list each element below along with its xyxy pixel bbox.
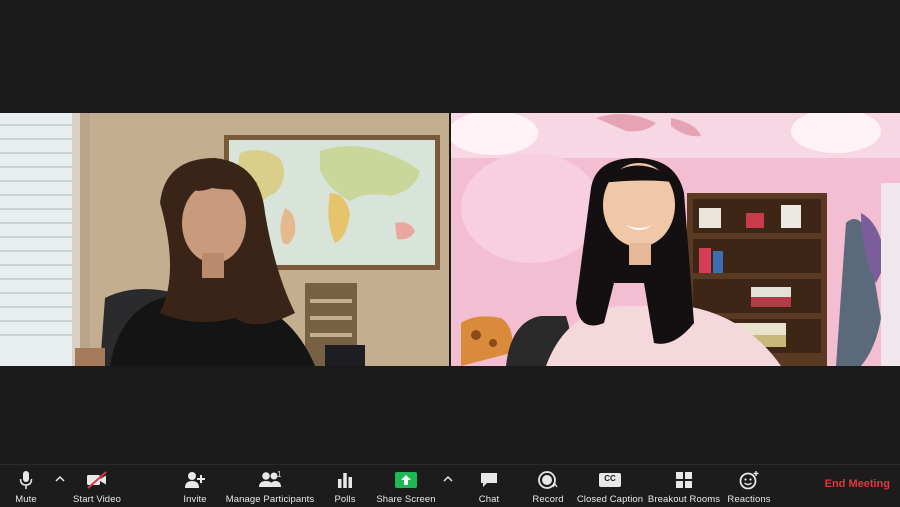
breakout-rooms-label: Breakout Rooms bbox=[647, 494, 721, 505]
bar-chart-icon bbox=[332, 469, 358, 491]
invite-label: Invite bbox=[183, 494, 207, 505]
chat-label: Chat bbox=[478, 494, 500, 505]
video-stage bbox=[0, 0, 900, 464]
polls-button[interactable]: Polls bbox=[328, 465, 362, 507]
meeting-toolbar: Mute Start Video Invite 1 Manage Partici… bbox=[0, 464, 900, 507]
share-screen-icon bbox=[393, 469, 419, 491]
record-label: Record bbox=[532, 494, 564, 505]
video-off-icon bbox=[84, 469, 110, 491]
grid-icon bbox=[671, 469, 697, 491]
participants-icon: 1 bbox=[257, 469, 283, 491]
polls-label: Polls bbox=[334, 494, 356, 505]
breakout-rooms-button[interactable]: Breakout Rooms bbox=[648, 465, 720, 507]
microphone-icon bbox=[13, 469, 39, 491]
end-meeting-button[interactable]: End Meeting bbox=[825, 478, 890, 490]
chat-bubble-icon bbox=[476, 469, 502, 491]
start-video-label: Start Video bbox=[73, 494, 121, 505]
manage-participants-button[interactable]: 1 Manage Participants bbox=[224, 465, 316, 507]
reactions-button[interactable]: Reactions bbox=[726, 465, 772, 507]
chat-button[interactable]: Chat bbox=[472, 465, 506, 507]
add-user-icon bbox=[182, 469, 208, 491]
closed-caption-label: Closed Caption bbox=[576, 494, 644, 505]
mute-button[interactable]: Mute bbox=[6, 465, 46, 507]
invite-button[interactable]: Invite bbox=[176, 465, 214, 507]
participant-video-feed-1 bbox=[0, 113, 449, 366]
reactions-label: Reactions bbox=[727, 494, 771, 505]
closed-caption-button[interactable]: CC Closed Caption bbox=[576, 465, 644, 507]
cc-icon: CC bbox=[597, 469, 623, 491]
audio-options-chevron-up-icon[interactable] bbox=[54, 473, 66, 485]
share-options-chevron-up-icon[interactable] bbox=[442, 473, 454, 485]
participant-video-tile-2[interactable] bbox=[451, 113, 900, 366]
record-button[interactable]: Record bbox=[528, 465, 568, 507]
share-screen-label: Share Screen bbox=[376, 494, 436, 505]
smiley-icon bbox=[736, 469, 762, 491]
participant-video-tile-1[interactable] bbox=[0, 113, 449, 366]
start-video-button[interactable]: Start Video bbox=[68, 465, 126, 507]
manage-participants-label: Manage Participants bbox=[225, 494, 315, 505]
record-icon bbox=[535, 469, 561, 491]
participant-video-feed-2 bbox=[451, 113, 900, 366]
participants-count-badge: 1 bbox=[277, 470, 282, 479]
share-screen-button[interactable]: Share Screen bbox=[376, 465, 436, 507]
mute-label: Mute bbox=[15, 494, 37, 505]
cc-badge-text: CC bbox=[604, 474, 616, 483]
